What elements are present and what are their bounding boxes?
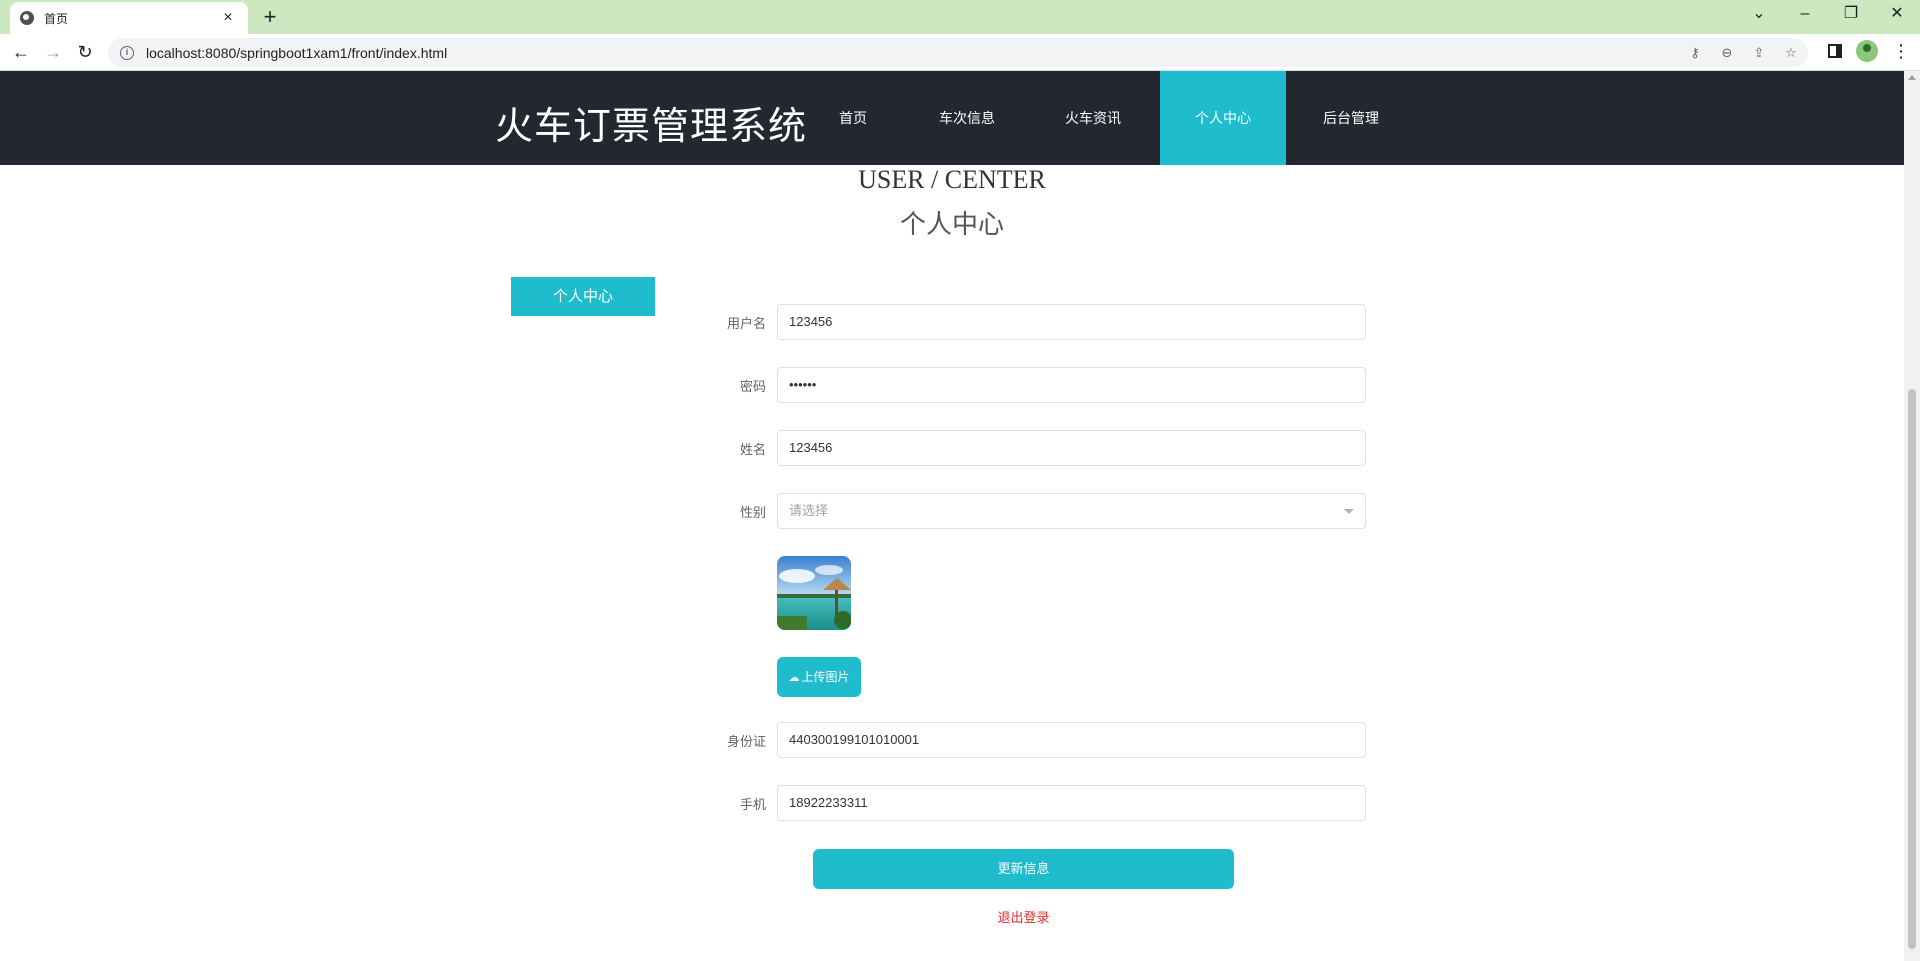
idcard-field[interactable]: 440300199101010001 <box>777 722 1366 758</box>
nav-train-info[interactable]: 车次信息 <box>904 71 1030 165</box>
username-label: 用户名 <box>726 316 766 331</box>
site-navbar: 火车订票管理系统 首页 车次信息 火车资讯 个人中心 后台管理 <box>0 71 1904 165</box>
page-viewport: 火车订票管理系统 首页 车次信息 火车资讯 个人中心 后台管理 USER / C… <box>0 71 1904 961</box>
phone-field[interactable]: 18922233311 <box>777 785 1366 821</box>
gender-placeholder: 请选择 <box>789 503 829 518</box>
close-window-icon[interactable]: ✕ <box>1874 0 1920 30</box>
close-tab-icon[interactable]: × <box>218 10 238 26</box>
phone-label: 手机 <box>739 797 766 812</box>
gender-label: 性别 <box>739 505 766 520</box>
update-info-button[interactable]: 更新信息 <box>813 849 1234 889</box>
forward-icon[interactable]: → <box>41 40 65 64</box>
new-tab-icon[interactable]: + <box>259 5 281 29</box>
browser-toolbar: ← → ↻ i localhost:8080/springboot1xam1/f… <box>0 34 1920 71</box>
idcard-label: 身份证 <box>726 734 766 749</box>
bookmark-star-icon[interactable]: ☆ <box>1782 43 1800 62</box>
nav-train-news[interactable]: 火车资讯 <box>1030 71 1156 165</box>
upload-image-button[interactable]: ☁ 上传图片 <box>777 657 861 697</box>
avatar-image <box>777 556 851 630</box>
zoom-icon[interactable]: ⊖ <box>1718 43 1736 62</box>
site-info-icon[interactable]: i <box>120 45 134 60</box>
back-icon[interactable]: ← <box>9 40 33 64</box>
url-text: localhost:8080/springboot1xam1/front/ind… <box>146 44 448 61</box>
chevron-down-icon <box>1344 509 1354 514</box>
tab-search-icon[interactable]: ⌄ <box>1736 0 1782 30</box>
sidebar-item-user-center[interactable]: 个人中心 <box>511 277 655 316</box>
browser-tab-strip: 首页 × + ⌄ – ❐ ✕ <box>0 0 1920 34</box>
cloud-upload-icon: ☁ <box>788 672 800 684</box>
globe-icon <box>20 11 34 25</box>
page-title-en: USER / CENTER <box>858 165 1046 194</box>
page-title-cn: 个人中心 <box>899 210 1004 240</box>
browser-tab[interactable]: 首页 × <box>10 2 248 34</box>
scrollbar-thumb[interactable] <box>1908 389 1916 949</box>
profile-avatar-icon[interactable] <box>1856 40 1878 62</box>
gender-select[interactable]: 请选择 <box>777 493 1366 529</box>
address-bar[interactable]: i localhost:8080/springboot1xam1/front/i… <box>108 38 1808 67</box>
menu-kebab-icon[interactable]: ⋮ <box>1892 40 1910 62</box>
key-icon[interactable]: ⚷ <box>1686 43 1704 62</box>
nav-home[interactable]: 首页 <box>790 71 916 165</box>
nav-user-center[interactable]: 个人中心 <box>1160 71 1286 165</box>
password-label: 密码 <box>739 379 766 394</box>
scroll-up-icon[interactable] <box>1908 75 1916 80</box>
side-panel-icon[interactable] <box>1828 44 1842 58</box>
tab-title: 首页 <box>44 11 69 26</box>
reload-icon[interactable]: ↻ <box>73 40 97 64</box>
name-field[interactable]: 123456 <box>777 430 1366 466</box>
upload-button-label: 上传图片 <box>801 670 850 684</box>
share-icon[interactable]: ⇪ <box>1750 43 1768 62</box>
site-brand: 火车订票管理系统 <box>495 104 808 148</box>
password-field[interactable]: •••••• <box>777 367 1366 403</box>
name-label: 姓名 <box>739 442 766 457</box>
page-scrollbar[interactable] <box>1904 71 1920 961</box>
username-field[interactable]: 123456 <box>777 304 1366 340</box>
restore-icon[interactable]: ❐ <box>1828 0 1874 30</box>
nav-admin[interactable]: 后台管理 <box>1288 71 1414 165</box>
logout-link[interactable]: 退出登录 <box>813 907 1234 926</box>
minimize-icon[interactable]: – <box>1782 0 1828 30</box>
